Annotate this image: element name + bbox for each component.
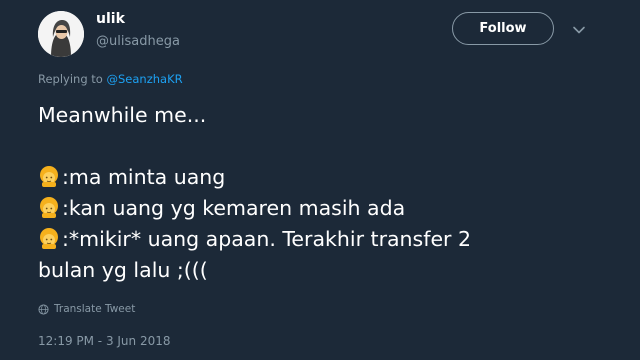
girl-emoji-icon [40,197,58,218]
girl-emoji-icon [40,228,58,249]
tweet-line: bulan yg lalu ;((( [38,258,208,282]
reply-mention-link[interactable]: @SeanzhaKR [107,72,183,86]
tweet-line: :*mikir* uang apaan. Terakhir transfer 2 [38,224,618,255]
tweet-line-text: :kan uang yg kemaren masih ada [62,196,406,220]
replying-to: Replying to @SeanzhaKR [38,72,183,86]
tweet-line: :ma minta uang [38,162,618,193]
display-name[interactable]: ulik [96,11,125,27]
girl-emoji-icon [40,166,58,187]
tweet-line-text: :*mikir* uang apaan. Terakhir transfer 2 [62,227,472,251]
tweet-line: Meanwhile me... [38,103,207,127]
profile-photo [38,11,84,57]
avatar[interactable] [38,11,84,57]
tweet-timestamp[interactable]: 12:19 PM - 3 Jun 2018 [38,334,171,348]
tweet-card: ulik @ulisadhega Follow Replying to @Sea… [0,0,640,360]
replying-to-label: Replying to [38,72,107,86]
tweet-line: :kan uang yg kemaren masih ada [38,193,618,224]
follow-button[interactable]: Follow [452,12,554,45]
user-handle[interactable]: @ulisadhega [96,34,180,49]
globe-icon [38,303,49,315]
tweet-line-text: :ma minta uang [62,165,226,189]
translate-tweet-link[interactable]: Translate Tweet [38,303,135,315]
tweet-text: Meanwhile me... :ma minta uang :kan uang… [38,100,618,286]
chevron-down-icon[interactable] [572,22,586,36]
translate-tweet-label: Translate Tweet [54,303,136,315]
